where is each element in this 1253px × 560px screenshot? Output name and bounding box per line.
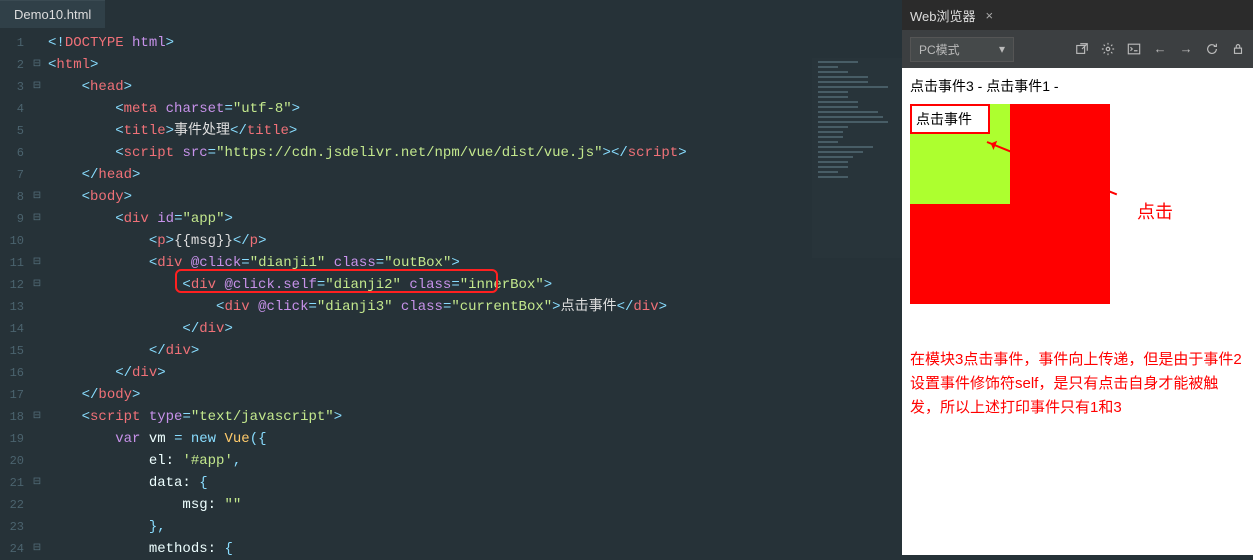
editor-pane: Demo10.html 1234567891011121314151617181… <box>0 0 902 555</box>
fold-column: ⊟⊟⊟⊟⊟⊟⊟⊟⊟ <box>30 28 44 560</box>
editor-tab-bar: Demo10.html <box>0 0 902 28</box>
line-number-gutter: 123456789101112131415161718192021222324 <box>0 28 30 560</box>
browser-pane: Web浏览器 × PC模式 ▾ ← → 点击事件3 - 点击事件1 - 点击事件 <box>902 0 1253 555</box>
preview-area: 点击事件3 - 点击事件1 - 点击事件 点击 在模块3点击事件，事件向上传递，… <box>902 68 1253 555</box>
code-editor[interactable]: 123456789101112131415161718192021222324 … <box>0 28 902 560</box>
browser-tab-bar: Web浏览器 × <box>902 0 1253 30</box>
preview-message: 点击事件3 - 点击事件1 - <box>910 76 1245 96</box>
close-icon[interactable]: × <box>986 8 994 23</box>
chevron-down-icon: ▾ <box>999 42 1005 56</box>
browser-tab-label: Web浏览器 <box>910 6 976 25</box>
mode-select-label: PC模式 <box>919 41 960 58</box>
inner-box[interactable]: 点击事件 <box>910 104 1010 204</box>
code-content[interactable]: <!DOCTYPE html> <html> <head> <meta char… <box>44 28 902 560</box>
editor-tab[interactable]: Demo10.html <box>0 0 105 28</box>
annotation-click-label: 点击 <box>1137 198 1173 224</box>
open-external-icon[interactable] <box>1075 42 1089 56</box>
annotation-explanation: 在模块3点击事件，事件向上传递，但是由于事件2设置事件修饰符self，是只有点击… <box>910 348 1243 420</box>
terminal-icon[interactable] <box>1127 42 1141 56</box>
browser-tab[interactable]: Web浏览器 × <box>910 6 993 25</box>
minimap[interactable] <box>812 58 902 258</box>
back-icon[interactable]: ← <box>1153 42 1167 56</box>
out-box[interactable]: 点击事件 <box>910 104 1110 304</box>
forward-icon[interactable]: → <box>1179 42 1193 56</box>
gear-icon[interactable] <box>1101 42 1115 56</box>
mode-select[interactable]: PC模式 ▾ <box>910 37 1014 62</box>
browser-toolbar: PC模式 ▾ ← → <box>902 30 1253 68</box>
lock-icon[interactable] <box>1231 42 1245 56</box>
refresh-icon[interactable] <box>1205 42 1219 56</box>
current-box[interactable]: 点击事件 <box>910 104 990 134</box>
